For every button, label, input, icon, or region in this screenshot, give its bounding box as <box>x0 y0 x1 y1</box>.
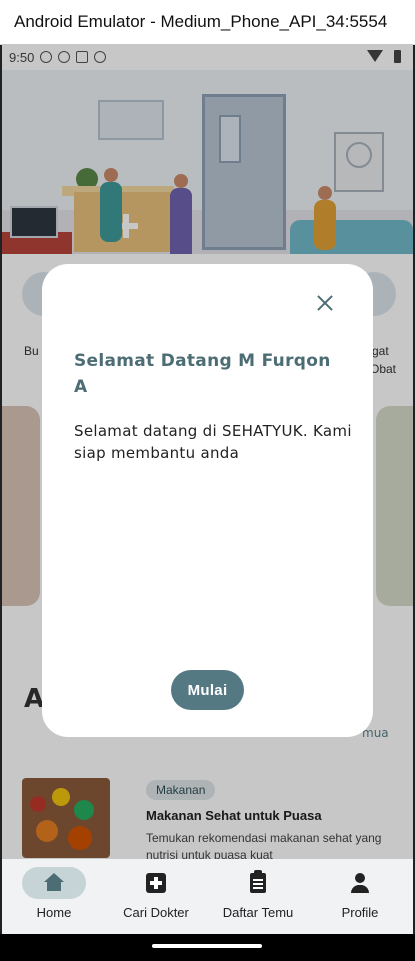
nav-item-profile[interactable]: Profile <box>310 859 410 934</box>
bottom-navigation: Home Cari Dokter Daftar Temu Profile <box>2 859 413 934</box>
close-icon[interactable] <box>316 294 334 312</box>
nav-label: Home <box>36 905 72 920</box>
dialog-title: Selamat Datang M Furqon A <box>74 351 331 397</box>
dialog-message: Selamat datang di SEHATYUK. Kami siap me… <box>74 422 352 462</box>
person-icon <box>350 873 370 893</box>
nav-label: Daftar Temu <box>222 905 294 920</box>
medical-box-icon <box>146 873 166 893</box>
nav-label: Profile <box>341 905 379 920</box>
clipboard-icon <box>250 870 266 893</box>
home-icon-base <box>47 881 61 891</box>
window-title: Android Emulator - Medium_Phone_API_34:5… <box>14 12 388 31</box>
nav-item-cari-dokter[interactable]: Cari Dokter <box>106 859 206 934</box>
nav-item-home[interactable]: Home <box>4 859 104 934</box>
gesture-bar-area <box>0 934 415 961</box>
welcome-dialog: Selamat Datang M Furqon A Selamat datang… <box>42 264 373 737</box>
gesture-handle[interactable] <box>152 944 262 948</box>
nav-item-daftar-temu[interactable]: Daftar Temu <box>208 859 308 934</box>
emulator-titlebar: Android Emulator - Medium_Phone_API_34:5… <box>0 0 415 45</box>
start-button[interactable]: Mulai <box>171 670 244 710</box>
nav-label: Cari Dokter <box>123 905 189 920</box>
device-screen: 9:50 Bu gat Obat A mua Makanan Makanan S… <box>2 44 413 934</box>
